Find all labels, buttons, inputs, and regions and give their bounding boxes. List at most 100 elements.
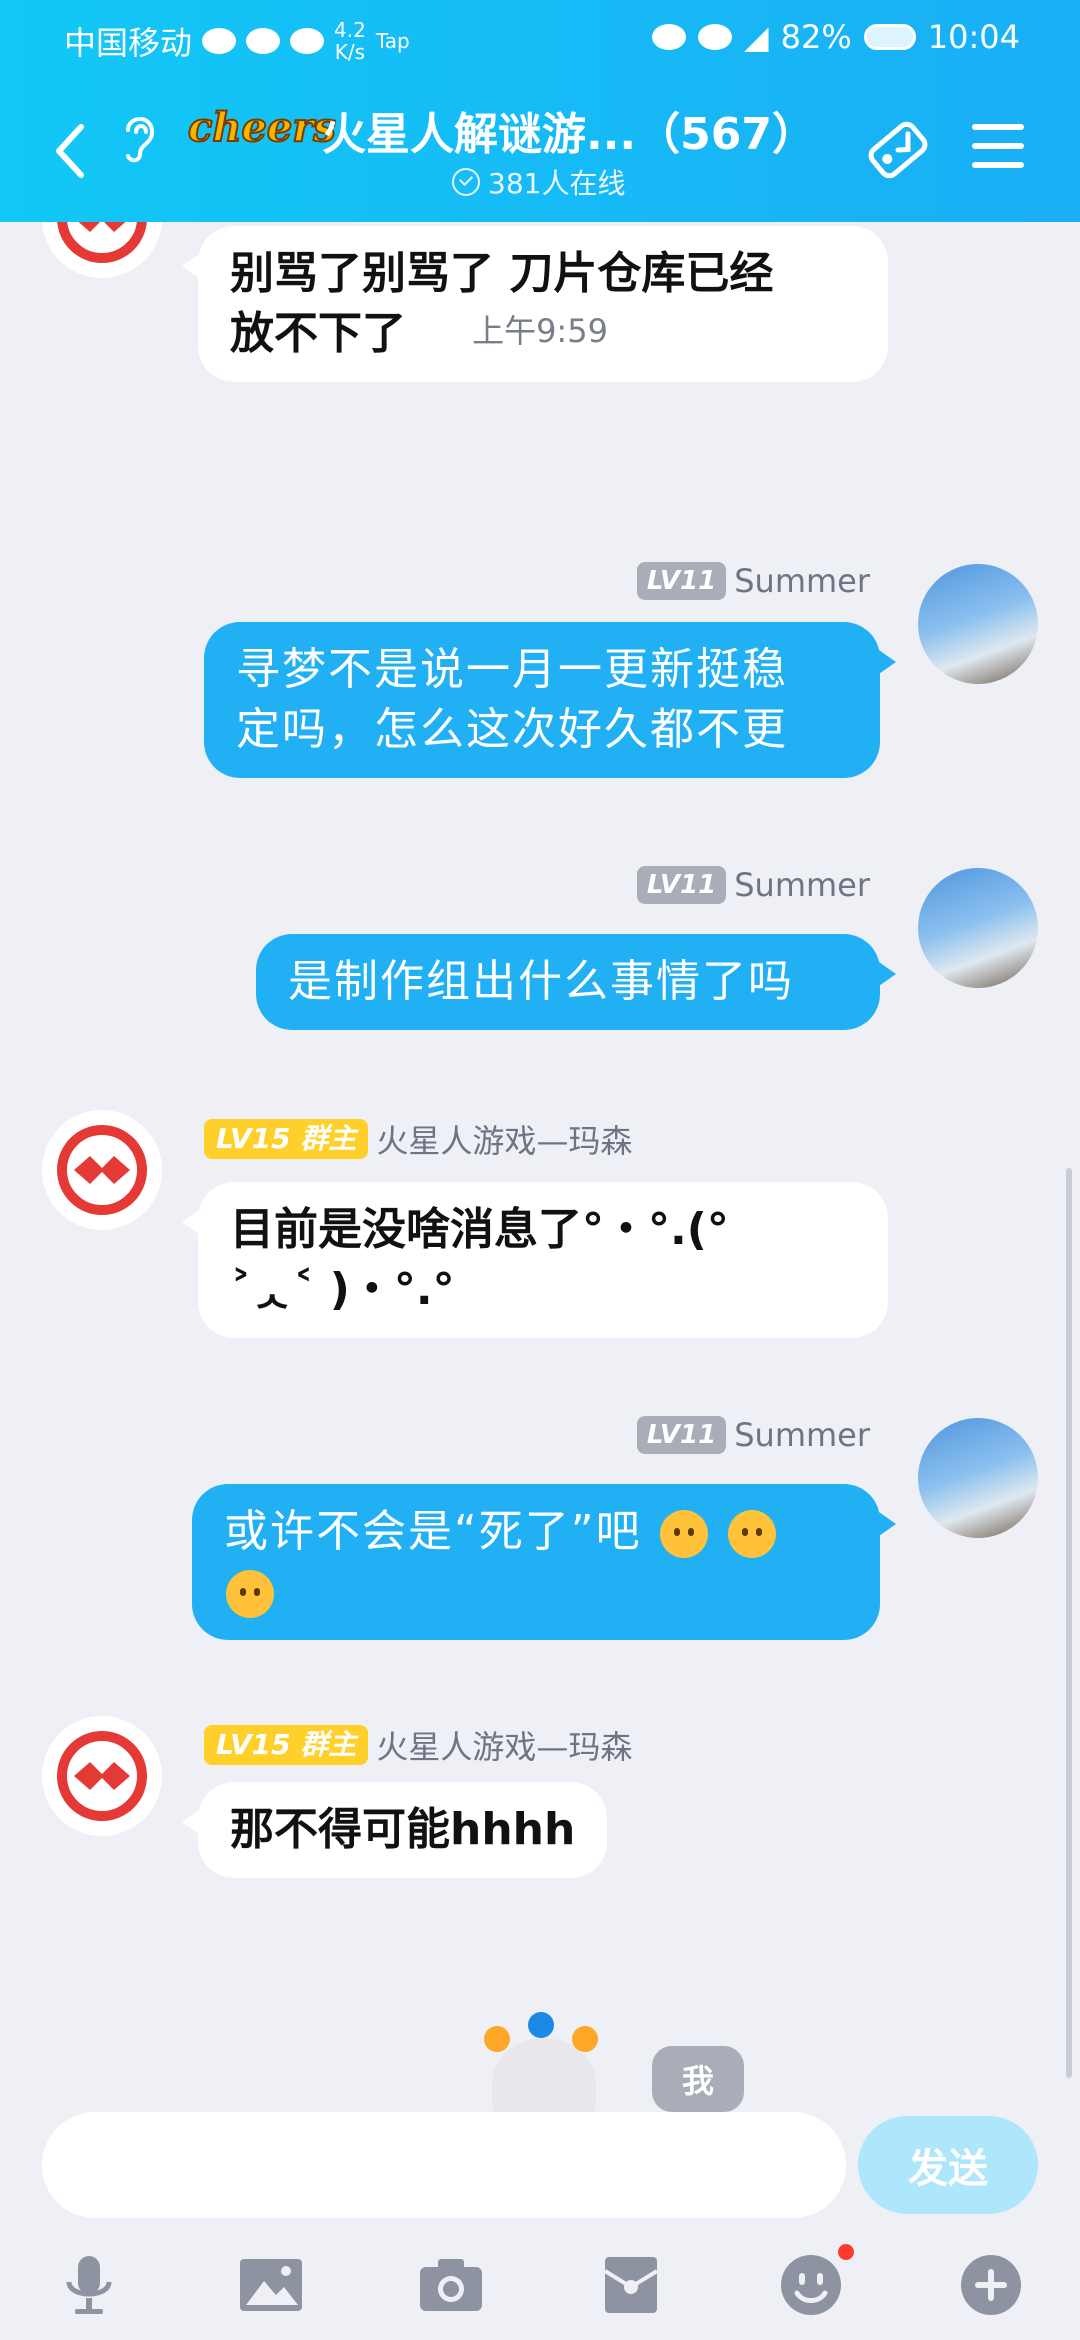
timestamp: 上午9:59 (472, 312, 608, 350)
brand-logo-icon (57, 222, 147, 263)
scrollbar[interactable] (1066, 1168, 1072, 2078)
signal-icon: ◢ (744, 18, 769, 56)
cheers-logo: cheers (187, 103, 337, 152)
avatar[interactable] (42, 222, 162, 278)
online-count[interactable]: 381人在线 (452, 162, 625, 202)
flower-icon (484, 2026, 510, 2052)
notification-dot (838, 2244, 854, 2260)
headset-icon (290, 28, 325, 54)
avatar[interactable] (42, 1716, 162, 1836)
self-badge[interactable]: 我 (652, 2046, 744, 2112)
cloud-icon (246, 28, 281, 54)
net-speed-value: 4.2 (334, 18, 366, 42)
message-bubble[interactable]: 是制作组出什么事情了吗 (256, 934, 896, 1030)
shiba-emoji-icon (659, 1510, 708, 1558)
message-bubble[interactable]: 寻梦不是说一月一更新挺稳 定吗，怎么这次好久都不更 (204, 622, 896, 778)
avatar[interactable] (42, 1110, 162, 1230)
level-badge: LV11 (636, 866, 727, 904)
brand-logo-icon (57, 1731, 147, 1821)
message-text: ˃ᆺ˂ )・°.° (230, 1264, 455, 1315)
owner-badge: LV15 群主 (204, 1119, 369, 1159)
message-text: 或许不会是“死了”吧 (224, 1506, 642, 1557)
input-toolbar (0, 2232, 1080, 2340)
red-packet-button[interactable] (596, 2250, 666, 2320)
sender-name: Summer (734, 1416, 870, 1454)
role-text: 群主 (300, 1728, 357, 1761)
camera-icon (420, 2259, 482, 2311)
sender-meta: LV11 Summer (636, 866, 870, 904)
brand-logo-icon (57, 1125, 147, 1215)
status-right: ◢ 82% 10:04 (652, 18, 1020, 56)
message-input[interactable] (42, 2112, 846, 2218)
chevron-left-icon (56, 124, 84, 178)
hamburger-icon (972, 124, 1024, 168)
pet-icon (698, 24, 733, 50)
check-in-icon[interactable] (858, 110, 938, 190)
online-check-icon (452, 168, 480, 196)
flower-icon (572, 2026, 598, 2052)
cloud-icon (652, 24, 687, 50)
avatar[interactable] (918, 564, 1038, 684)
message-bubble[interactable]: 那不得可能hhhh (181, 1782, 608, 1878)
chat-header: 中国移动 4.2 K/s Tap ◢ 82% 10:04 cheers 火星人解… (0, 0, 1080, 222)
message-text: 那不得可能hhhh (230, 1804, 576, 1855)
message-text: 别骂了别骂了 刀片仓库已经 (230, 248, 774, 299)
shiba-emoji-icon (226, 1570, 274, 1618)
level-text: LV15 (216, 1728, 291, 1761)
role-text: 群主 (300, 1122, 357, 1155)
composer-bar: 发送 (0, 2112, 1080, 2222)
nav-bar: cheers 火星人解谜游...（567） 381人在线 (0, 90, 1080, 220)
message-list[interactable]: 别骂了别骂了 刀片仓库已经 放不下了 上午9:59 LV11 Summer 寻梦… (0, 222, 1080, 2112)
tap-app-tag: Tap (375, 29, 410, 53)
message-text: 目前是没啥消息了°・°.(° (230, 1204, 729, 1255)
ear-icon[interactable] (118, 110, 168, 170)
sender-name: Summer (734, 866, 870, 904)
sender-meta: LV11 Summer (636, 1416, 870, 1454)
level-badge: LV11 (636, 562, 727, 600)
menu-button[interactable] (968, 120, 1028, 180)
flower-icon (528, 2012, 554, 2038)
sender-meta: LV11 Summer (636, 562, 870, 600)
avatar[interactable] (918, 868, 1038, 988)
microphone-icon (66, 2256, 112, 2314)
status-bar: 中国移动 4.2 K/s Tap ◢ 82% 10:04 (0, 0, 1080, 80)
carrier-label: 中国移动 (64, 24, 193, 62)
level-badge: LV11 (636, 1416, 727, 1454)
status-left: 中国移动 4.2 K/s Tap (64, 18, 410, 64)
level-text: LV15 (216, 1122, 291, 1155)
send-button[interactable]: 发送 (858, 2116, 1038, 2214)
sender-name: 火星人游戏—玛森 (376, 1122, 633, 1160)
mascot-sticker[interactable] (474, 2012, 614, 2112)
group-title[interactable]: 火星人解谜游...（567） (322, 98, 842, 162)
message-text: 定吗，怎么这次好久都不更 (236, 704, 788, 755)
message-bubble[interactable]: 别骂了别骂了 刀片仓库已经 放不下了 (182, 226, 888, 382)
message-bubble[interactable]: 或许不会是“死了”吧 (192, 1484, 896, 1640)
back-button[interactable] (44, 116, 94, 186)
clock: 10:04 (927, 18, 1020, 56)
battery-icon (863, 24, 916, 50)
sender-name: 火星人游戏—玛森 (376, 1728, 633, 1766)
net-speed: 4.2 K/s (334, 19, 366, 63)
message-bubble[interactable]: 目前是没啥消息了°・°.(° ˃ᆺ˂ )・°.° (182, 1182, 888, 1338)
voice-button[interactable] (54, 2250, 124, 2320)
net-speed-unit: K/s (334, 40, 366, 64)
plus-icon (961, 2255, 1021, 2315)
online-count-text: 381人在线 (488, 167, 626, 200)
sender-meta: LV15 群主 火星人游戏—玛森 (204, 1116, 632, 1162)
notification-icon (202, 28, 237, 54)
shiba-emoji-icon (727, 1510, 776, 1558)
avatar[interactable] (918, 1418, 1038, 1538)
emoji-button[interactable] (776, 2244, 854, 2320)
emoji-icon (781, 2255, 841, 2315)
sender-name: Summer (734, 562, 870, 600)
more-button[interactable] (956, 2250, 1026, 2320)
image-icon (240, 2259, 302, 2311)
owner-badge: LV15 群主 (204, 1725, 369, 1765)
camera-button[interactable] (416, 2250, 486, 2320)
message-text: 是制作组出什么事情了吗 (288, 956, 794, 1007)
red-packet-icon (603, 2257, 659, 2313)
message-text: 寻梦不是说一月一更新挺稳 (236, 644, 788, 695)
battery-percent: 82% (780, 18, 852, 56)
image-button[interactable] (236, 2250, 306, 2320)
sender-meta: LV15 群主 火星人游戏—玛森 (204, 1722, 632, 1768)
